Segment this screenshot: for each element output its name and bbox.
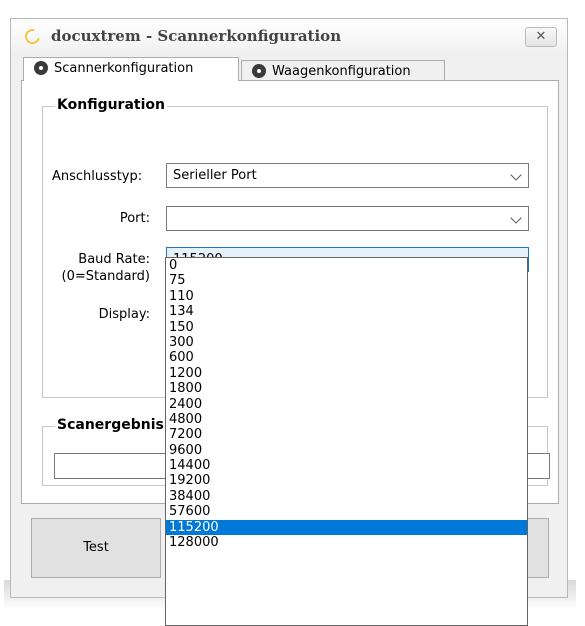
tab-waagenkonfiguration[interactable]: Waagenkonfiguration (241, 60, 445, 81)
app-icon (22, 26, 43, 47)
chevron-down-icon (510, 169, 522, 181)
tab-scannerkonfiguration[interactable]: Scannerkonfiguration (23, 57, 239, 81)
baud-option[interactable]: 600 (166, 350, 527, 365)
baud-option[interactable]: 57600 (166, 504, 527, 519)
window-title: docuxtrem - Scannerkonfiguration (51, 27, 342, 45)
baud-option[interactable]: 9600 (166, 443, 527, 458)
baud-option[interactable]: 300 (166, 335, 527, 350)
test-button[interactable]: Test (31, 518, 161, 578)
tab-label: Waagenkonfiguration (272, 64, 411, 79)
chevron-down-icon (510, 212, 522, 224)
close-icon: ✕ (535, 29, 547, 44)
baud-option[interactable]: 14400 (166, 458, 527, 473)
baud-option[interactable]: 4800 (166, 412, 527, 427)
gear-icon (252, 64, 266, 78)
baud-option[interactable]: 134 (166, 304, 527, 319)
display-label: Display: (98, 307, 150, 322)
scan-result-group-title: Scanergebnis (55, 417, 166, 433)
title-bar[interactable]: docuxtrem - Scannerkonfiguration ✕ (11, 19, 567, 55)
baud-option[interactable]: 7200 (166, 427, 527, 442)
port-select[interactable] (166, 206, 529, 231)
config-group-title: Konfiguration (55, 97, 167, 113)
anschlusstyp-select[interactable]: Serieller Port (166, 163, 529, 188)
close-button[interactable]: ✕ (525, 27, 557, 47)
baud-option[interactable]: 115200 (166, 519, 527, 536)
baud-option[interactable]: 0 (166, 258, 527, 273)
anschlusstyp-value: Serieller Port (173, 168, 257, 183)
baud-option[interactable]: 150 (166, 320, 527, 335)
anschlusstyp-label: Anschlusstyp: (52, 169, 143, 184)
baud-option[interactable]: 110 (166, 289, 527, 304)
baud-option[interactable]: 19200 (166, 473, 527, 488)
baud-option[interactable]: 75 (166, 273, 527, 288)
baud-rate-label: Baud Rate: (78, 252, 150, 267)
test-button-label: Test (83, 540, 109, 555)
baud-option[interactable]: 128000 (166, 535, 527, 550)
baud-option[interactable]: 1800 (166, 381, 527, 396)
tab-label: Scannerkonfiguration (54, 61, 194, 76)
port-label: Port: (119, 211, 150, 226)
baud-option[interactable]: 1200 (166, 366, 527, 381)
baud-rate-hint: (0=Standard) (61, 269, 150, 284)
baud-option[interactable]: 38400 (166, 489, 527, 504)
gear-icon (34, 61, 48, 75)
baud-option[interactable]: 2400 (166, 397, 527, 412)
baud-rate-dropdown-list[interactable]: 0 75 110 134 150 300 600 1200 1800 2400 4800 7200 96… (165, 257, 528, 626)
